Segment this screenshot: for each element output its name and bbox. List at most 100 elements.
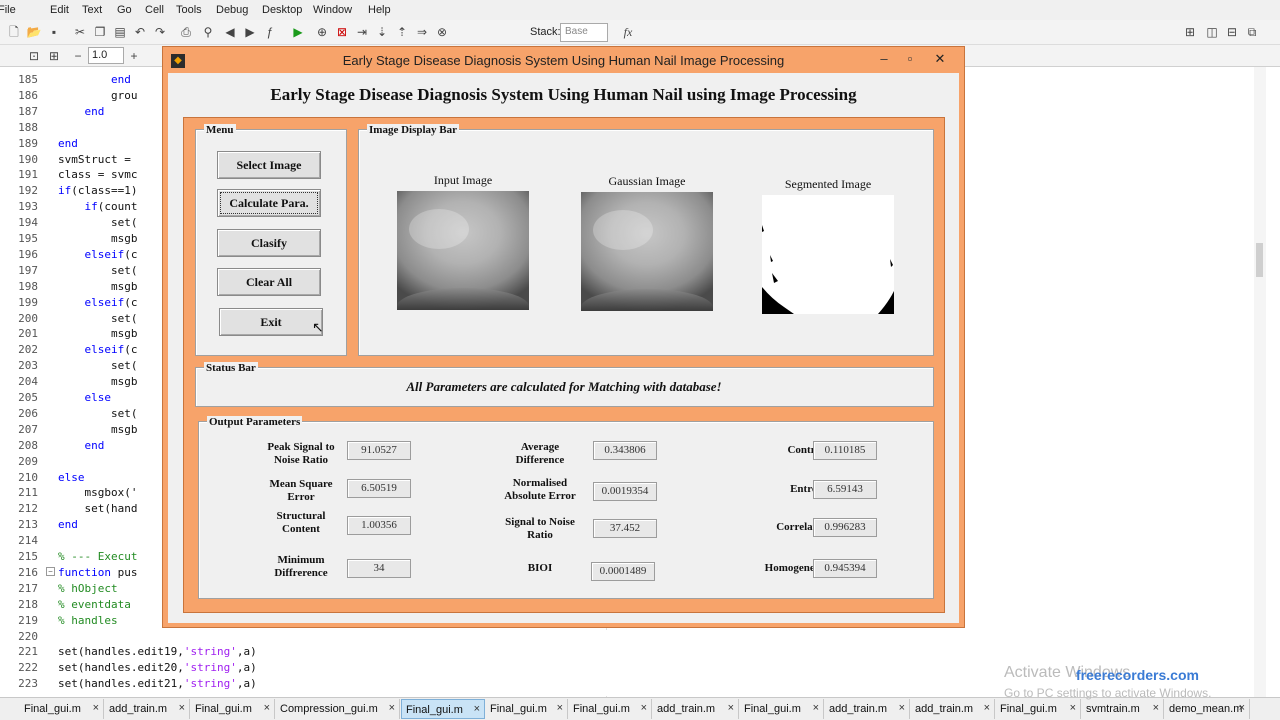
contrast-field[interactable]: 0.110185 bbox=[813, 441, 877, 460]
back-icon[interactable]: ◀ bbox=[222, 24, 238, 40]
close-tab-icon[interactable]: × bbox=[1239, 702, 1245, 714]
calculate-params-button[interactable]: Calculate Para. bbox=[217, 189, 321, 217]
exit-button[interactable]: Exit bbox=[219, 308, 323, 336]
code-line[interactable]: function pus bbox=[58, 566, 137, 579]
code-line[interactable]: elseif(c bbox=[58, 296, 138, 309]
code-line[interactable]: msgb bbox=[58, 375, 138, 388]
code-line[interactable]: set(hand bbox=[58, 502, 137, 515]
split-vertical-icon[interactable]: ◫ bbox=[1204, 24, 1220, 40]
snr-field[interactable]: 37.452 bbox=[593, 519, 657, 538]
editor-tab[interactable]: demo_mean.m × bbox=[1165, 699, 1250, 719]
split-horizontal-icon[interactable]: ⊟ bbox=[1224, 24, 1240, 40]
structural-content-field[interactable]: 1.00356 bbox=[347, 516, 411, 535]
code-line[interactable]: else bbox=[58, 471, 85, 484]
redo-icon[interactable]: ↷ bbox=[152, 24, 168, 40]
save-icon[interactable]: ▪ bbox=[46, 24, 62, 40]
cell-mode-icon[interactable]: ⊡ bbox=[26, 48, 42, 64]
psnr-field[interactable]: 91.0527 bbox=[347, 441, 411, 460]
select-image-button[interactable]: Select Image bbox=[217, 151, 321, 179]
editor-tab[interactable]: add_train.m × bbox=[825, 699, 910, 719]
code-line[interactable]: if(class==1) bbox=[58, 184, 137, 197]
code-line[interactable]: end bbox=[58, 137, 78, 150]
close-tab-icon[interactable]: × bbox=[899, 702, 905, 714]
code-line[interactable]: grou bbox=[58, 89, 138, 102]
code-line[interactable]: svmStruct = bbox=[58, 153, 131, 166]
code-line[interactable]: end bbox=[58, 73, 131, 86]
print-icon[interactable]: ⎙ bbox=[178, 24, 194, 40]
code-line[interactable]: set( bbox=[58, 312, 138, 325]
increment-input[interactable]: 1.0 bbox=[88, 47, 124, 64]
average-difference-field[interactable]: 0.343806 bbox=[593, 441, 657, 460]
code-line[interactable]: set(handles.edit20,'string',a) bbox=[58, 661, 257, 674]
close-tab-icon[interactable]: × bbox=[93, 702, 99, 714]
normalised-absolute-error-field[interactable]: 0.0019354 bbox=[593, 482, 657, 501]
step-out-icon[interactable]: ⇡ bbox=[394, 24, 410, 40]
code-line[interactable]: end bbox=[58, 105, 105, 118]
menu-window[interactable]: Window bbox=[313, 4, 352, 16]
code-line[interactable]: elseif(c bbox=[58, 248, 138, 261]
editor-tab[interactable]: Final_gui.m × bbox=[401, 699, 485, 719]
menu-edit[interactable]: Edit bbox=[50, 4, 69, 16]
close-tab-icon[interactable]: × bbox=[641, 702, 647, 714]
run-icon[interactable]: ▶ bbox=[290, 24, 306, 40]
minus-icon[interactable]: − bbox=[70, 48, 86, 64]
entropy-field[interactable]: 6.59143 bbox=[813, 480, 877, 499]
fold-toggle-icon[interactable]: − bbox=[46, 567, 55, 576]
open-folder-icon[interactable]: 📂 bbox=[26, 24, 42, 40]
code-line[interactable]: elseif(c bbox=[58, 343, 138, 356]
cell-eval-icon[interactable]: ⊞ bbox=[46, 48, 62, 64]
find-icon[interactable]: ⚲ bbox=[200, 24, 216, 40]
code-line[interactable]: class = svmc bbox=[58, 168, 137, 181]
menu-help[interactable]: Help bbox=[368, 4, 391, 16]
code-line[interactable]: set( bbox=[58, 407, 138, 420]
code-line[interactable]: msgb bbox=[58, 280, 138, 293]
minimum-difference-field[interactable]: 34 bbox=[347, 559, 411, 578]
code-line[interactable]: set( bbox=[58, 264, 138, 277]
close-icon[interactable]: ✕ bbox=[927, 49, 953, 69]
code-line[interactable]: % hObject bbox=[58, 582, 118, 595]
menu-debug[interactable]: Debug bbox=[216, 4, 248, 16]
forward-icon[interactable]: ▶ bbox=[242, 24, 258, 40]
menu-tools[interactable]: Tools bbox=[176, 4, 202, 16]
editor-tab[interactable]: add_train.m × bbox=[653, 699, 739, 719]
code-line[interactable]: % eventdata bbox=[58, 598, 131, 611]
close-tab-icon[interactable]: × bbox=[557, 702, 563, 714]
editor-tab[interactable]: add_train.m × bbox=[911, 699, 995, 719]
close-tab-icon[interactable]: × bbox=[984, 702, 990, 714]
step-icon[interactable]: ⇥ bbox=[354, 24, 370, 40]
menu-file[interactable]: File bbox=[0, 4, 16, 16]
step-in-icon[interactable]: ⇣ bbox=[374, 24, 390, 40]
editor-tab[interactable]: Final_gui.m × bbox=[569, 699, 652, 719]
breakpoint-icon[interactable]: ⊕ bbox=[314, 24, 330, 40]
minimize-icon[interactable]: ‒ bbox=[871, 49, 897, 69]
gui-title-bar[interactable]: ◆ Early Stage Disease Diagnosis System U… bbox=[163, 47, 964, 73]
code-line[interactable]: set( bbox=[58, 216, 138, 229]
menu-go[interactable]: Go bbox=[117, 4, 132, 16]
editor-tab[interactable]: Final_gui.m × bbox=[996, 699, 1081, 719]
classify-button[interactable]: Clasify bbox=[217, 229, 321, 257]
exit-debug-icon[interactable]: ⊗ bbox=[434, 24, 450, 40]
close-tab-icon[interactable]: × bbox=[474, 703, 480, 715]
code-line[interactable]: msgb bbox=[58, 232, 138, 245]
cut-icon[interactable]: ✂ bbox=[72, 24, 88, 40]
code-line[interactable]: msgbox(' bbox=[58, 486, 137, 499]
copy-icon[interactable]: ❐ bbox=[92, 24, 108, 40]
editor-tab[interactable]: Compression_gui.m × bbox=[276, 699, 400, 719]
code-line[interactable]: set(handles.edit21,'string',a) bbox=[58, 677, 257, 690]
new-file-icon[interactable]: 🗋 bbox=[6, 24, 22, 40]
close-tab-icon[interactable]: × bbox=[728, 702, 734, 714]
clear-breakpoints-icon[interactable]: ⊠ bbox=[334, 24, 350, 40]
undo-icon[interactable]: ↶ bbox=[132, 24, 148, 40]
close-tab-icon[interactable]: × bbox=[1153, 702, 1159, 714]
menu-desktop[interactable]: Desktop bbox=[262, 4, 302, 16]
editor-tab[interactable]: Final_gui.m × bbox=[191, 699, 275, 719]
function-browser-icon[interactable]: ƒ bbox=[262, 24, 278, 40]
mse-field[interactable]: 6.50519 bbox=[347, 479, 411, 498]
scrollbar-thumb[interactable] bbox=[1256, 243, 1263, 277]
close-tab-icon[interactable]: × bbox=[389, 702, 395, 714]
correlation-field[interactable]: 0.996283 bbox=[813, 518, 877, 537]
vertical-scrollbar[interactable] bbox=[1254, 67, 1266, 697]
continue-icon[interactable]: ⇒ bbox=[414, 24, 430, 40]
editor-tab[interactable]: svmtrain.m × bbox=[1082, 699, 1164, 719]
code-line[interactable]: if(count bbox=[58, 200, 138, 213]
